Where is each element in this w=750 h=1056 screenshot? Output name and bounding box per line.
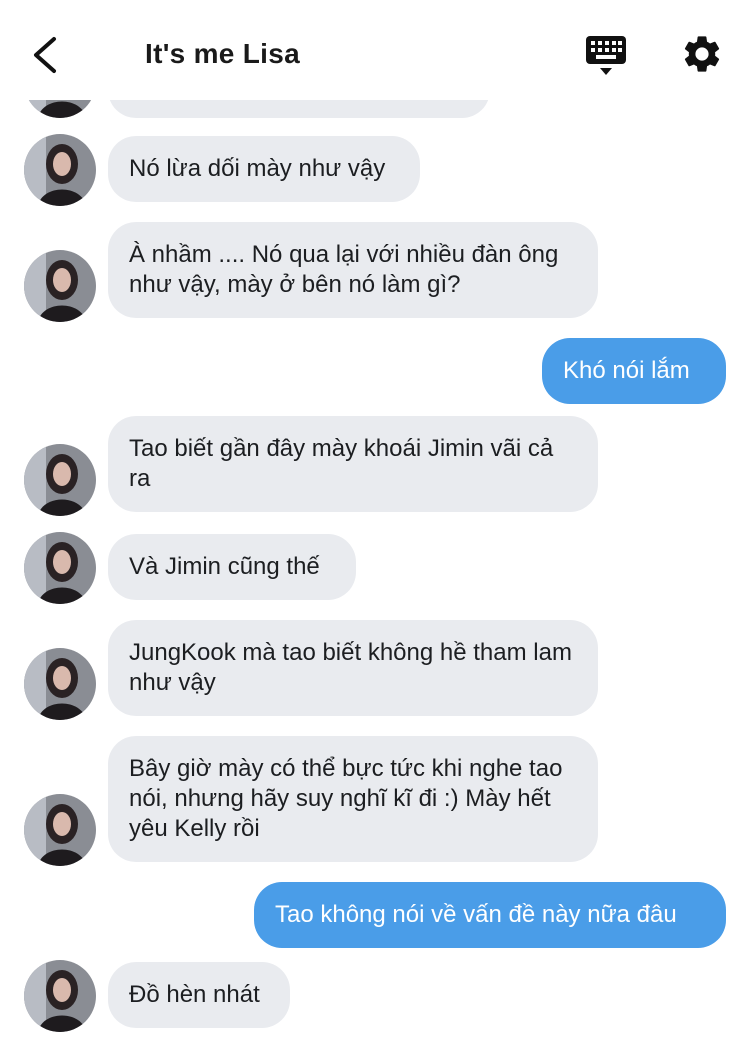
settings-button[interactable] [680, 32, 724, 76]
message-bubble-incoming[interactable]: JungKook mà tao biết không hề tham lam n… [108, 620, 598, 716]
contact-avatar[interactable] [24, 648, 96, 720]
contact-avatar[interactable] [24, 532, 96, 604]
message-bubble-outgoing[interactable]: Tao không nói về vấn đề này nữa đâu [254, 882, 726, 948]
message-bubble-incoming[interactable]: Nó lừa dối mày như vậy [108, 136, 420, 202]
gear-icon [684, 36, 720, 72]
contact-avatar[interactable] [24, 444, 96, 516]
contact-avatar[interactable] [24, 794, 96, 866]
message-bubble-incoming[interactable]: À nhầm .... Nó qua lại với nhiều đàn ông… [108, 222, 598, 318]
chat-header: It's me Lisa [0, 0, 750, 100]
contact-avatar[interactable] [24, 960, 96, 1032]
message-bubble-incoming[interactable]: Bây giờ mày có thể bực tức khi nghe tao … [108, 736, 598, 862]
chevron-left-icon [34, 37, 56, 73]
keyboard-icon [586, 36, 626, 75]
message-bubble-incoming[interactable]: Tao biết gần đây mày khoái Jimin vãi cả … [108, 416, 598, 512]
contact-avatar[interactable] [24, 134, 96, 206]
page-title: It's me Lisa [145, 38, 300, 69]
message-bubble-outgoing[interactable]: Khó nói lắm [542, 338, 726, 404]
contact-avatar[interactable] [24, 250, 96, 322]
keyboard-button[interactable] [584, 34, 628, 78]
back-button[interactable] [26, 30, 66, 80]
message-thread[interactable]: Nó lừa dối mày như vậy À nhầm .... Nó qu… [0, 0, 750, 1056]
message-bubble-incoming[interactable]: Và Jimin cũng thế [108, 534, 356, 600]
message-bubble-incoming[interactable]: Đồ hèn nhát [108, 962, 290, 1028]
